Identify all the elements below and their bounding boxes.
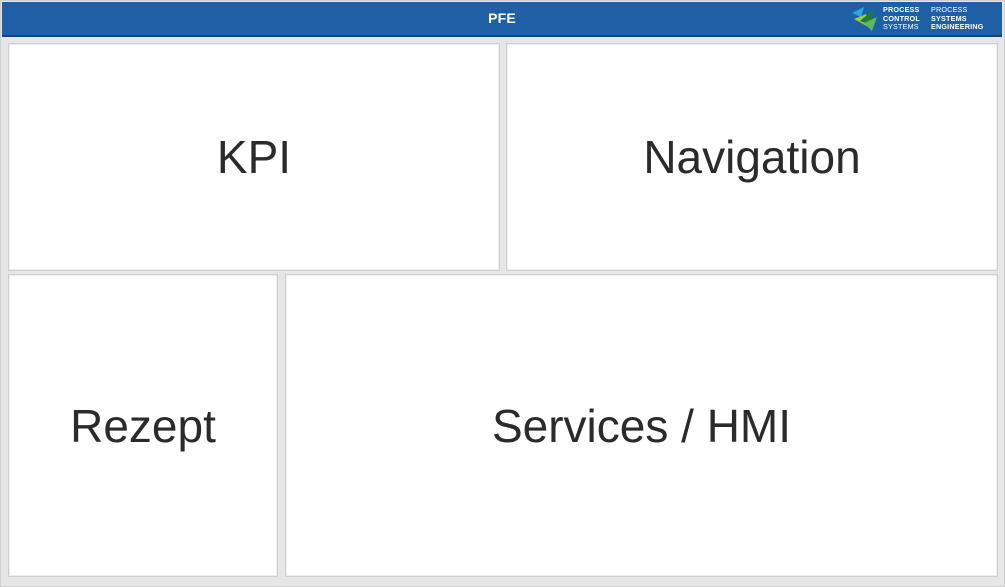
kpi-panel-label: KPI [216, 131, 292, 183]
process-systems-logo-icon [852, 7, 877, 31]
header-bar: PFE PROCESS CONTROL SYSTEMS PROCESS SYST… [2, 2, 1002, 37]
rezept-panel-label: Rezept [70, 399, 216, 452]
logo-line: SYSTEMS [883, 22, 919, 31]
rezept-panel[interactable]: Rezept [8, 274, 278, 577]
company-logo: PROCESS CONTROL SYSTEMS PROCESS SYSTEMS … [850, 4, 996, 34]
services-hmi-panel[interactable]: Services / HMI [285, 274, 998, 577]
logo-text-right: PROCESS SYSTEMS ENGINEERING [931, 5, 984, 32]
logo-line: ENGINEERING [931, 22, 984, 31]
logo-text-left: PROCESS CONTROL SYSTEMS [883, 5, 920, 32]
kpi-panel[interactable]: KPI [8, 43, 500, 271]
navigation-panel-label: Navigation [643, 131, 861, 183]
services-hmi-panel-label: Services / HMI [491, 399, 792, 452]
navigation-panel[interactable]: Navigation [506, 43, 998, 271]
